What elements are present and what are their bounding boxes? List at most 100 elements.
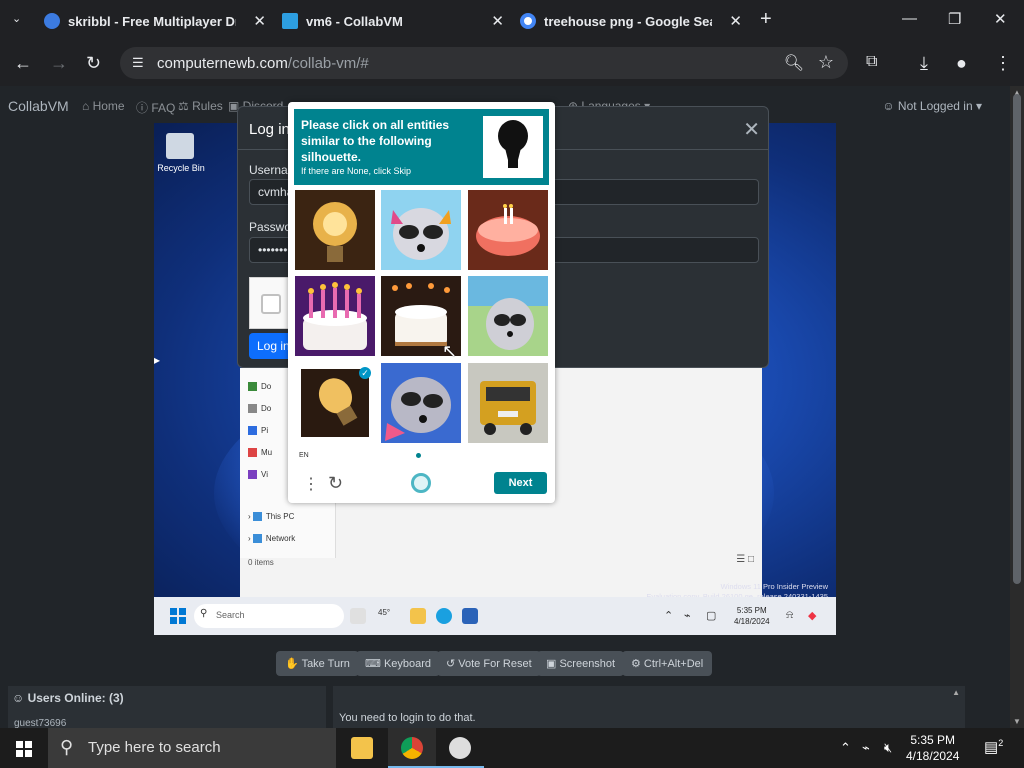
screenshot-button[interactable]: ▣ Screenshot <box>537 651 625 676</box>
page-scrollbar[interactable]: ▲ ▼ <box>1010 86 1024 728</box>
vm-volume-icon[interactable]: ▢ <box>706 609 716 622</box>
vm-clock[interactable]: 5:35 PM 4/18/2024 <box>734 605 770 627</box>
language-selector[interactable]: EN <box>299 452 309 459</box>
documents-icon <box>248 404 257 414</box>
tray-chevron-icon[interactable]: ⌃ <box>840 740 851 756</box>
vm-store-icon[interactable] <box>462 608 478 624</box>
menu-kebab-icon[interactable]: ⋮ <box>303 474 319 494</box>
close-icon[interactable]: ✕ <box>743 117 760 142</box>
vm-network-icon[interactable]: ⌁ <box>684 609 691 622</box>
tab-google-search[interactable]: treehouse png - Google Search ✕ <box>520 6 750 36</box>
bot-app-icon <box>449 737 471 759</box>
challenge-tile-9[interactable] <box>468 363 548 443</box>
chat-panel: You need to login to do that. ▲ <box>333 686 965 728</box>
vm-task-view-icon[interactable] <box>350 608 366 624</box>
users-online-header: ☺ Users Online: (3) <box>12 691 124 705</box>
take-turn-button[interactable]: ✋ Take Turn <box>276 651 359 676</box>
scrollbar-thumb[interactable] <box>1013 94 1021 584</box>
site-info-icon[interactable]: ☰ <box>132 55 144 71</box>
next-button[interactable]: Next <box>494 472 547 494</box>
taskbar-clock[interactable]: 5:35 PM 4/18/2024 <box>906 732 959 764</box>
extensions-icon[interactable]: ⧉ <box>866 53 877 71</box>
explorer-item[interactable]: Mu <box>248 448 272 458</box>
challenge-tile-8[interactable] <box>381 363 461 443</box>
volume-muted-icon[interactable]: 🔇︎ <box>884 740 892 756</box>
minimize-icon[interactable]: — <box>902 10 917 27</box>
vm-tray-chevron-icon[interactable]: ⌃ <box>664 609 673 622</box>
scroll-down-icon[interactable]: ▼ <box>1013 717 1021 726</box>
google-favicon-icon <box>520 13 536 29</box>
browser-toolbar: ← → ↻ ☰ computernewb.com/collab-vm/# 🔍︎ … <box>0 40 1024 86</box>
windows-start-icon[interactable] <box>16 741 32 757</box>
explorer-item[interactable]: Do <box>248 404 271 414</box>
close-icon[interactable]: ✕ <box>491 12 504 30</box>
close-icon[interactable]: ✕ <box>253 12 266 30</box>
challenge-tile-2[interactable] <box>381 190 461 270</box>
users-online-panel: ☺ Users Online: (3) guest73696 <box>8 686 326 729</box>
chat-message: You need to login to do that. <box>339 712 476 724</box>
explorer-item[interactable]: Vi <box>248 470 268 480</box>
explorer-item[interactable]: Pi <box>248 426 268 436</box>
vm-bell-icon[interactable]: ⍾ <box>786 609 793 622</box>
refresh-icon[interactable]: ↻ <box>328 473 343 494</box>
download-icon[interactable]: ⤓ <box>920 53 928 74</box>
zoom-icon[interactable]: 🔍︎ <box>784 53 804 73</box>
keyboard-button[interactable]: ⌨ Keyboard <box>356 651 441 676</box>
account-dropdown[interactable]: ☺ Not Logged in ▾ <box>882 99 982 113</box>
challenge-tile-3[interactable] <box>468 190 548 270</box>
url-text[interactable]: computernewb.com/collab-vm/# <box>157 55 369 72</box>
explorer-item-this-pc[interactable]: › This PC <box>248 512 294 522</box>
pc-icon <box>252 512 262 522</box>
network-icon[interactable]: ⌁ <box>862 740 870 756</box>
notifications-icon[interactable]: ▤2 <box>984 738 1003 756</box>
nav-faq[interactable]: ⓘ FAQ <box>136 99 175 116</box>
explorer-status: 0 items <box>248 558 274 567</box>
chrome-taskbar-icon[interactable] <box>388 728 436 768</box>
close-icon[interactable]: ✕ <box>729 12 742 30</box>
close-window-icon[interactable]: ✕ <box>994 10 1007 28</box>
bookmark-star-icon[interactable]: ☆ <box>818 52 834 73</box>
app-taskbar-icon[interactable] <box>436 728 484 768</box>
vote-reset-button[interactable]: ↺ Vote For Reset <box>437 651 541 676</box>
taskbar-search-box[interactable]: ⚲ Type here to search <box>48 728 336 768</box>
tab-collabvm[interactable]: vm6 - CollabVM ✕ <box>282 6 512 36</box>
captcha-checkbox[interactable] <box>261 294 281 314</box>
new-tab-button[interactable]: + <box>760 8 772 31</box>
nav-home[interactable]: ⌂ Home <box>82 99 125 113</box>
challenge-tile-7-selected[interactable]: ✓ <box>295 363 375 443</box>
pictures-icon <box>248 426 257 436</box>
hcaptcha-logo-icon <box>411 473 431 493</box>
challenge-prompt: Please click on all entities similar to … <box>294 109 549 185</box>
reload-icon[interactable]: ↻ <box>86 53 101 74</box>
vm-explorer-icon[interactable] <box>410 608 426 624</box>
tab-skribbl[interactable]: skribbl - Free Multiplayer Drawing ✕ <box>44 6 274 36</box>
network-icon <box>252 534 262 544</box>
vm-weather-icon[interactable]: 45° <box>378 608 394 624</box>
restore-icon[interactable]: ❐ <box>948 10 961 28</box>
view-toggle-icon[interactable]: ☰ □ <box>736 554 754 565</box>
challenge-tile-1[interactable] <box>295 190 375 270</box>
explorer-item-network[interactable]: › Network <box>248 534 295 544</box>
music-icon <box>248 448 257 458</box>
scroll-up-icon[interactable]: ▲ <box>952 688 960 697</box>
tab-search-icon[interactable]: ⌄ <box>12 12 21 25</box>
address-bar[interactable]: ☰ computernewb.com/collab-vm/# 🔍︎ ☆ <box>120 47 848 79</box>
nav-rules[interactable]: ⚖ Rules <box>178 99 223 113</box>
search-icon: ⚲ <box>200 608 208 619</box>
recycle-bin-icon[interactable] <box>166 133 194 159</box>
site-brand[interactable]: CollabVM <box>8 98 69 114</box>
vm-edge-icon[interactable] <box>436 608 452 624</box>
back-icon[interactable]: ← <box>14 53 32 74</box>
challenge-tile-4[interactable] <box>295 276 375 356</box>
hcaptcha-challenge: Please click on all entities similar to … <box>288 102 555 503</box>
profile-icon[interactable]: ● <box>956 53 967 74</box>
menu-kebab-icon[interactable]: ⋮ <box>994 53 1012 74</box>
explorer-item[interactable]: Do <box>248 382 271 392</box>
ctrl-alt-del-button[interactable]: ⚙ Ctrl+Alt+Del <box>622 651 713 676</box>
vm-search-box[interactable]: ⚲ Search <box>194 604 344 628</box>
vm-start-icon[interactable] <box>170 608 186 624</box>
file-explorer-taskbar-icon[interactable] <box>338 728 386 768</box>
forward-icon[interactable]: → <box>50 53 68 74</box>
challenge-tile-6[interactable] <box>468 276 548 356</box>
vm-copilot-icon[interactable]: ◆ <box>808 609 816 622</box>
